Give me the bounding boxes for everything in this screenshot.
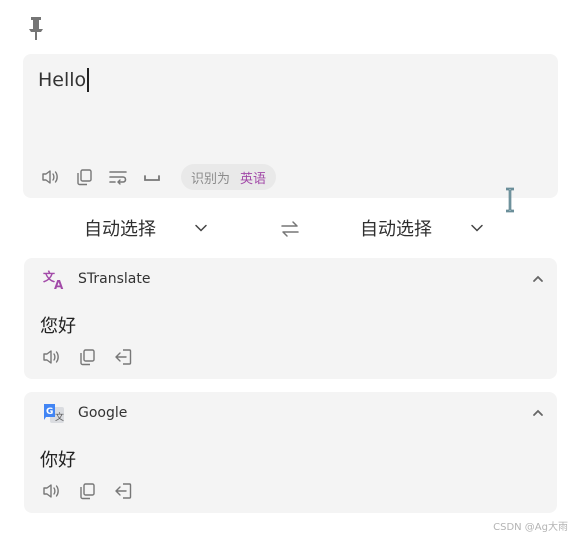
svg-text:A: A <box>54 278 64 291</box>
service-name: STranslate <box>78 271 151 287</box>
speaker-icon[interactable] <box>39 166 61 188</box>
insert-icon[interactable] <box>112 346 134 368</box>
result-card-stranslate: 文 A STranslate 您好 <box>24 258 557 379</box>
copy-icon[interactable] <box>76 480 98 502</box>
target-language-select[interactable]: 自动选择 <box>360 212 484 244</box>
result-header[interactable]: 文 G Google <box>42 400 545 426</box>
result-toolbar <box>40 346 134 368</box>
chevron-down-icon <box>471 224 483 232</box>
google-translate-logo-icon: 文 G <box>44 404 64 423</box>
detected-language-badge[interactable]: 识别为 英语 <box>181 164 277 190</box>
target-language-label: 自动选择 <box>360 219 432 240</box>
input-toolbar: 识别为 英语 <box>39 164 277 190</box>
chevron-up-icon[interactable] <box>531 272 545 286</box>
text-caret <box>87 68 89 92</box>
source-language-label: 自动选择 <box>84 219 156 240</box>
result-toolbar <box>40 480 134 502</box>
wrap-icon[interactable] <box>107 166 129 188</box>
swap-icon[interactable] <box>278 217 302 241</box>
chevron-down-icon <box>195 224 207 232</box>
result-card-google: 文 G Google 你好 <box>24 392 557 513</box>
text-cursor-icon <box>503 186 517 214</box>
copy-icon[interactable] <box>73 166 95 188</box>
chevron-up-icon[interactable] <box>531 406 545 420</box>
result-header[interactable]: 文 A STranslate <box>42 266 545 292</box>
svg-text:文: 文 <box>55 411 64 423</box>
detect-language: 英语 <box>240 171 267 187</box>
watermark: CSDN @Ag大雨 <box>493 522 568 533</box>
svg-text:G: G <box>46 407 53 417</box>
input-panel: Hello 识别为 英语 <box>23 54 558 198</box>
source-text[interactable]: Hello <box>38 69 86 91</box>
copy-icon[interactable] <box>76 346 98 368</box>
speaker-icon[interactable] <box>40 346 62 368</box>
source-text-input[interactable]: Hello <box>38 68 89 92</box>
space-icon[interactable] <box>141 166 163 188</box>
translation-text: 你好 <box>40 450 76 471</box>
translation-text: 您好 <box>40 316 76 337</box>
source-language-select[interactable]: 自动选择 <box>84 212 208 244</box>
detect-label: 识别为 <box>191 171 231 187</box>
insert-icon[interactable] <box>112 480 134 502</box>
pin-icon[interactable] <box>26 14 46 42</box>
stranslate-logo-icon: 文 A <box>43 269 64 291</box>
service-name: Google <box>78 405 128 421</box>
speaker-icon[interactable] <box>40 480 62 502</box>
